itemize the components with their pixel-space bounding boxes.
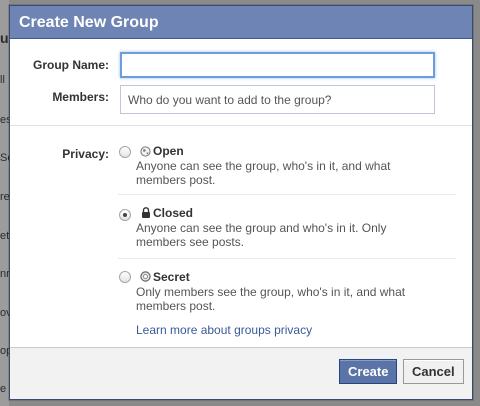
secret-circle-icon xyxy=(140,271,151,282)
lock-icon xyxy=(140,207,151,218)
background-text-fragment: rea xyxy=(0,191,9,203)
background-text-fragment: ov xyxy=(0,307,9,319)
globe-icon xyxy=(140,146,151,157)
background-text-fragment: e B xyxy=(0,383,9,395)
privacy-option-closed-description: Anyone can see the group and who's in it… xyxy=(136,221,387,249)
background-text-fragment: op xyxy=(0,345,9,357)
background-text-fragment: ll xyxy=(0,74,5,86)
privacy-radio-secret[interactable] xyxy=(119,271,131,283)
privacy-option-secret-title: Secret xyxy=(153,270,190,284)
option-divider xyxy=(118,258,456,259)
dialog-footer: Create Cancel xyxy=(10,347,472,399)
group-name-input[interactable] xyxy=(120,52,435,78)
privacy-radio-open[interactable] xyxy=(119,146,131,158)
privacy-label: Privacy: xyxy=(62,147,109,161)
learn-more-privacy-link[interactable]: Learn more about groups privacy xyxy=(136,323,312,337)
background-text-fragment: Se xyxy=(0,152,9,164)
background-text-fragment: up xyxy=(0,30,9,46)
cancel-button[interactable]: Cancel xyxy=(403,359,464,384)
create-button[interactable]: Create xyxy=(339,359,398,384)
members-input[interactable] xyxy=(120,85,435,114)
members-label: Members: xyxy=(52,90,109,104)
section-divider xyxy=(10,125,472,126)
privacy-option-open-title: Open xyxy=(153,144,184,158)
dialog-title: Create New Group xyxy=(10,6,472,39)
group-name-label: Group Name: xyxy=(32,58,109,72)
privacy-option-closed-title: Closed xyxy=(153,206,194,220)
background-text-fragment: es xyxy=(0,114,9,126)
background-text-fragment: nr xyxy=(0,268,9,280)
option-divider xyxy=(118,194,456,195)
create-group-dialog: Create New Group Group Name: Members: Pr… xyxy=(9,5,473,400)
background-text-fragment: ett xyxy=(0,230,9,242)
privacy-radio-closed[interactable] xyxy=(119,209,131,221)
privacy-option-open-description: Anyone can see the group, who's in it, a… xyxy=(136,159,391,187)
privacy-option-secret-description: Only members see the group, who's in it,… xyxy=(136,285,406,313)
dialog-body: Group Name: Members: Privacy: Open Anyon… xyxy=(10,39,472,348)
